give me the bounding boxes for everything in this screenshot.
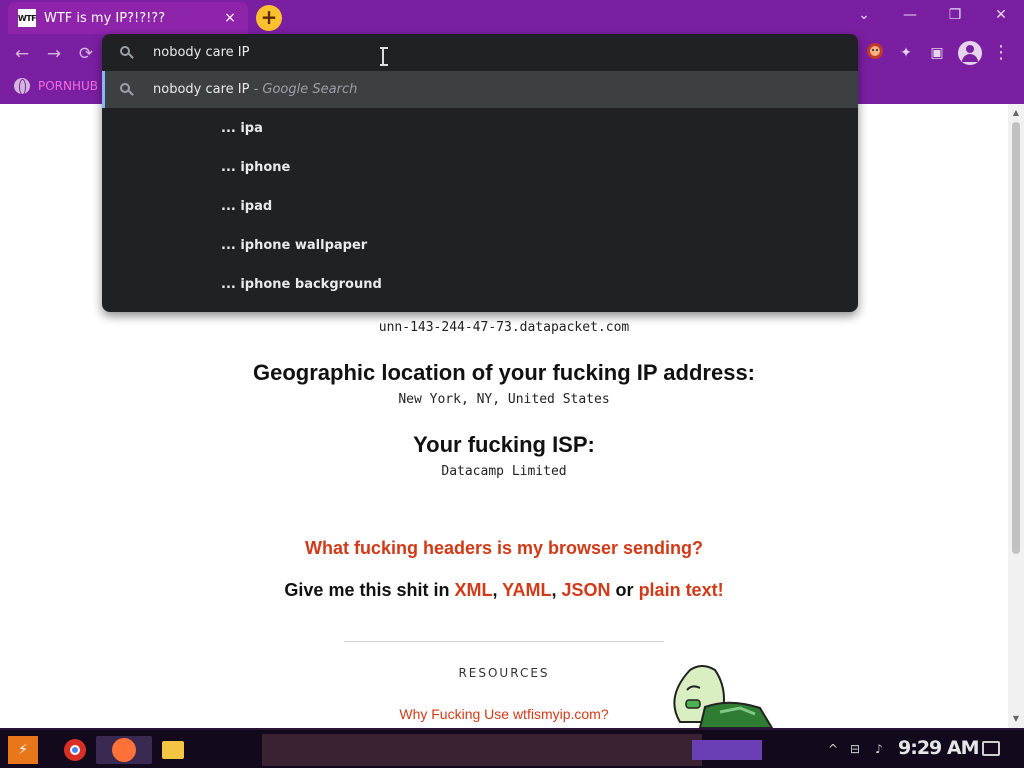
taskbar-wallpaper-strip <box>262 734 702 766</box>
section-divider <box>344 641 664 642</box>
globe-icon <box>14 78 30 95</box>
format-prefix: Give me this shit in <box>284 580 455 600</box>
peridot-mascot-image <box>673 665 774 728</box>
firefox-taskbar-icon[interactable] <box>112 738 136 762</box>
volume-icon[interactable]: ♪ <box>870 742 888 758</box>
yaml-link[interactable]: YAML <box>502 580 551 600</box>
suggestion-item[interactable]: ... iphone wallpaper <box>221 238 367 253</box>
tab-strip: WTF WTF is my IP?!?!?? × + ⌄ — ❐ ✕ <box>0 0 1024 34</box>
suggestion-item[interactable]: ... iphone background <box>221 277 382 292</box>
file-explorer-icon[interactable] <box>162 741 184 759</box>
new-tab-button[interactable]: + <box>256 5 282 31</box>
back-button[interactable]: ← <box>10 42 34 66</box>
hostname-value: unn-143-244-47-73.datapacket.com <box>378 320 630 335</box>
format-links: Give me this shit in XML, YAML, JSON or … <box>0 580 1008 601</box>
restore-button[interactable]: ❐ <box>935 4 975 26</box>
taskbar-clock[interactable]: 9:29 AM <box>898 737 979 759</box>
scroll-down-icon[interactable]: ▼ <box>1011 714 1021 723</box>
suggestion-item[interactable]: ... iphone <box>221 160 290 175</box>
suggestion-item[interactable]: ... ipad <box>221 199 272 214</box>
network-icon[interactable]: ⊟ <box>846 742 864 758</box>
why-use-link[interactable]: Why Fucking Use wtfismyip.com? <box>0 706 1008 722</box>
notification-center-icon[interactable] <box>982 741 1000 756</box>
sep: , <box>551 580 562 600</box>
resources-heading: RESOURCES <box>458 666 550 680</box>
wtf-favicon-icon: WTF <box>18 9 37 27</box>
selection-indicator <box>102 71 105 108</box>
address-input[interactable]: nobody care IP <box>153 45 249 60</box>
extensions-puzzle-icon[interactable]: ✦ <box>895 42 917 64</box>
tab-close-icon[interactable]: × <box>222 10 238 26</box>
search-icon <box>120 46 134 60</box>
tab-search-icon[interactable]: ⌄ <box>844 4 884 26</box>
start-button[interactable]: ⚡ <box>8 736 38 764</box>
suggestion-google-search[interactable]: nobody care IP - Google Search <box>102 71 858 108</box>
reload-button[interactable]: ⟳ <box>74 42 98 66</box>
side-panel-icon[interactable]: ▣ <box>926 42 948 64</box>
page-scrollbar[interactable]: ▲ ▼ <box>1008 104 1024 728</box>
isp-heading: Your fucking ISP: <box>413 432 595 457</box>
sep: , <box>492 580 503 600</box>
chrome-taskbar-icon[interactable] <box>64 739 86 761</box>
address-bar[interactable]: nobody care IP <box>102 34 858 70</box>
suggestion-query: nobody care IP - Google Search <box>153 82 358 97</box>
suggestion-item[interactable]: ... ipa <box>221 121 263 136</box>
tray-show-hidden-icon[interactable]: ^ <box>824 742 842 758</box>
headers-link[interactable]: What fucking headers is my browser sendi… <box>0 538 1008 559</box>
minimize-button[interactable]: — <box>890 4 930 26</box>
bookmark-label: PORNHUB <box>38 79 99 93</box>
isp-value: Datacamp Limited <box>441 464 567 479</box>
tab-title: WTF is my IP?!?!?? <box>44 10 166 26</box>
scroll-thumb[interactable] <box>1012 122 1020 554</box>
profile-avatar-icon[interactable] <box>958 41 982 65</box>
scroll-up-icon[interactable]: ▲ <box>1011 108 1021 117</box>
menu-kebab-icon[interactable]: ⋮ <box>990 42 1012 64</box>
or-text: or <box>610 580 639 600</box>
geo-heading: Geographic location of your fucking IP a… <box>252 360 755 385</box>
json-link[interactable]: JSON <box>562 580 611 600</box>
windows-taskbar: ⚡ ^ ⊟ ♪ 9:29 AM <box>0 728 1024 768</box>
geo-value: New York, NY, United States <box>398 392 610 407</box>
close-window-button[interactable]: ✕ <box>981 4 1021 26</box>
text-cursor-icon <box>380 47 388 66</box>
xml-link[interactable]: XML <box>454 580 492 600</box>
extension-avatar-icon[interactable] <box>864 42 886 64</box>
bookmark-pornhub[interactable]: PORNHUB <box>14 78 99 95</box>
screen: WTF WTF is my IP?!?!?? × + ⌄ — ❐ ✕ ← → ⟳… <box>0 0 1024 768</box>
plain-text-link[interactable]: plain text! <box>639 580 724 600</box>
omnibox-dropdown: nobody care IP nobody care IP - Google S… <box>102 34 858 312</box>
tab-wtfismyip[interactable]: WTF WTF is my IP?!?!?? × <box>8 2 248 34</box>
forward-button[interactable]: → <box>42 42 66 66</box>
search-icon <box>120 83 134 97</box>
taskbar-purple-deco <box>692 740 762 760</box>
